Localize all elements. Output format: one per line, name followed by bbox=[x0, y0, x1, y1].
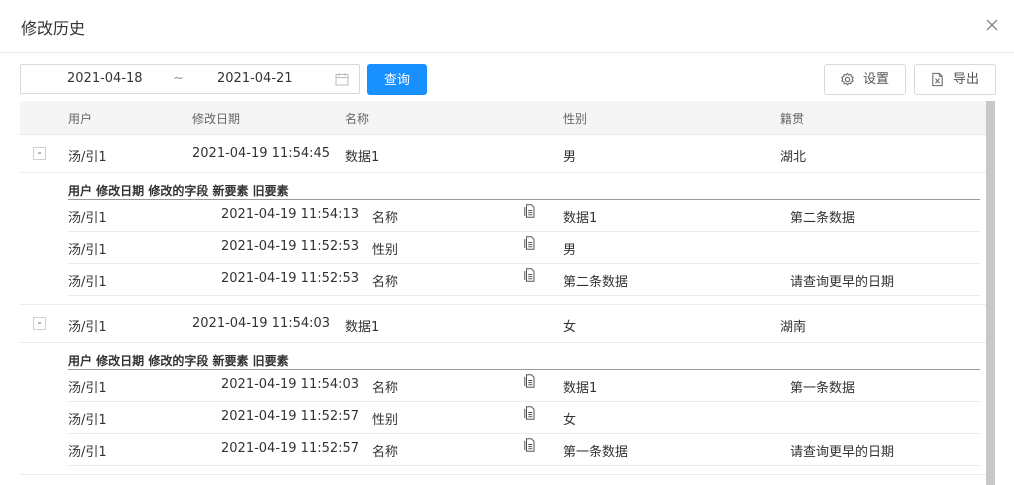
detail-header-old: 旧要素 bbox=[252, 184, 289, 198]
row-user: 汤/引1 bbox=[68, 150, 107, 165]
vertical-scrollbar[interactable] bbox=[986, 101, 995, 485]
detail-header-new: 新要素 bbox=[212, 184, 249, 198]
row-user: 汤/引1 bbox=[68, 320, 107, 335]
dialog-header: 修改历史 bbox=[0, 0, 1014, 53]
collapse-row-button[interactable]: - bbox=[33, 147, 46, 160]
detail-header-field: 修改的字段 bbox=[148, 354, 209, 368]
export-label: 导出 bbox=[953, 72, 980, 87]
document-icon[interactable] bbox=[524, 204, 535, 218]
export-button[interactable]: 导出 bbox=[914, 64, 996, 95]
row-gender: 男 bbox=[563, 150, 577, 165]
row-gender: 女 bbox=[563, 320, 577, 335]
change-old-value: 第一条数据 bbox=[790, 381, 856, 396]
row-date: 2021-04-19 11:54:45 bbox=[192, 146, 331, 161]
change-old-value: 请查询更早的日期 bbox=[790, 445, 895, 460]
change-row: 汤/引1 2021-04-19 11:54:13 名称 数据1 第二条数据 bbox=[68, 200, 980, 232]
detail-header: 用户 修改日期 修改的字段 新要素 旧要素 bbox=[68, 182, 980, 200]
change-field: 名称 bbox=[372, 445, 399, 460]
change-row: 汤/引1 2021-04-19 11:52:57 性别 女 bbox=[68, 402, 980, 434]
detail-header-user: 用户 bbox=[68, 184, 93, 198]
document-icon[interactable] bbox=[524, 268, 535, 282]
change-user: 汤/引1 bbox=[68, 211, 107, 226]
detail-header-old: 旧要素 bbox=[252, 354, 289, 368]
row-date: 2021-04-19 11:54:03 bbox=[192, 316, 331, 331]
column-header-origin[interactable]: 籍贯 bbox=[780, 110, 804, 127]
document-icon[interactable] bbox=[524, 406, 535, 420]
change-user: 汤/引1 bbox=[68, 445, 107, 460]
column-header-gender[interactable]: 性别 bbox=[563, 110, 587, 127]
change-field: 名称 bbox=[372, 211, 399, 226]
row-name: 数据1 bbox=[345, 150, 380, 165]
change-user: 汤/引1 bbox=[68, 381, 107, 396]
detail-header: 用户 修改日期 修改的字段 新要素 旧要素 bbox=[68, 352, 980, 370]
date-range-picker[interactable]: 2021-04-18 ~ 2021-04-21 bbox=[20, 64, 360, 94]
calendar-icon[interactable] bbox=[335, 72, 349, 86]
detail-header-field: 修改的字段 bbox=[148, 184, 209, 198]
table-row[interactable]: - 汤/引1 2021-04-19 11:54:45 数据1 男 湖北 bbox=[20, 135, 986, 173]
table-header: 用户 修改日期 名称 性别 籍贯 bbox=[20, 101, 986, 135]
row-origin: 湖南 bbox=[780, 320, 807, 335]
change-row: 汤/引1 2021-04-19 11:52:57 名称 第一条数据 请查询更早的… bbox=[68, 434, 980, 466]
change-row: 汤/引1 2021-04-19 11:54:03 名称 数据1 第一条数据 bbox=[68, 370, 980, 402]
document-icon[interactable] bbox=[524, 236, 535, 250]
query-button[interactable]: 查询 bbox=[367, 64, 427, 95]
change-field: 性别 bbox=[372, 243, 399, 258]
date-range-separator: ~ bbox=[173, 71, 184, 86]
change-new-value: 第二条数据 bbox=[563, 275, 629, 290]
detail-header-new: 新要素 bbox=[212, 354, 249, 368]
change-date: 2021-04-19 11:54:13 bbox=[221, 207, 360, 222]
change-row: 汤/引1 2021-04-19 11:52:53 性别 男 bbox=[68, 232, 980, 264]
detail-header-date: 修改日期 bbox=[96, 354, 145, 368]
detail-header-user: 用户 bbox=[68, 354, 93, 368]
end-date[interactable]: 2021-04-21 bbox=[217, 71, 293, 86]
change-date: 2021-04-19 11:52:57 bbox=[221, 409, 360, 424]
change-user: 汤/引1 bbox=[68, 275, 107, 290]
document-icon[interactable] bbox=[524, 438, 535, 452]
change-detail-panel: 用户 修改日期 修改的字段 新要素 旧要素 汤/引1 2021-04-19 11… bbox=[20, 343, 986, 475]
start-date[interactable]: 2021-04-18 bbox=[67, 71, 143, 86]
settings-label: 设置 bbox=[863, 72, 890, 87]
change-old-value: 第二条数据 bbox=[790, 211, 856, 226]
change-date: 2021-04-19 11:52:53 bbox=[221, 271, 360, 286]
change-field: 性别 bbox=[372, 413, 399, 428]
change-row: 汤/引1 2021-04-19 11:52:53 名称 第二条数据 请查询更早的… bbox=[68, 264, 980, 296]
gear-icon bbox=[841, 72, 854, 86]
change-date: 2021-04-19 11:54:03 bbox=[221, 377, 360, 392]
document-icon[interactable] bbox=[524, 374, 535, 388]
close-icon[interactable] bbox=[984, 17, 1000, 33]
column-header-user[interactable]: 用户 bbox=[68, 110, 92, 127]
change-date: 2021-04-19 11:52:57 bbox=[221, 441, 360, 456]
collapse-row-button[interactable]: - bbox=[33, 317, 46, 330]
export-file-icon bbox=[932, 72, 943, 87]
change-user: 汤/引1 bbox=[68, 413, 107, 428]
history-table: 用户 修改日期 名称 性别 籍贯 - 汤/引1 2021-04-19 11:54… bbox=[20, 101, 986, 485]
change-field: 名称 bbox=[372, 381, 399, 396]
settings-button[interactable]: 设置 bbox=[824, 64, 906, 95]
change-detail-panel: 用户 修改日期 修改的字段 新要素 旧要素 汤/引1 2021-04-19 11… bbox=[20, 173, 986, 305]
column-header-date[interactable]: 修改日期 bbox=[192, 110, 240, 127]
detail-header-date: 修改日期 bbox=[96, 184, 145, 198]
change-new-value: 数据1 bbox=[563, 211, 598, 226]
column-header-name[interactable]: 名称 bbox=[345, 110, 369, 127]
change-date: 2021-04-19 11:52:53 bbox=[221, 239, 360, 254]
row-origin: 湖北 bbox=[780, 150, 807, 165]
change-field: 名称 bbox=[372, 275, 399, 290]
change-new-value: 第一条数据 bbox=[563, 445, 629, 460]
change-new-value: 数据1 bbox=[563, 381, 598, 396]
change-new-value: 男 bbox=[563, 243, 577, 258]
dialog-title: 修改历史 bbox=[21, 19, 86, 38]
change-new-value: 女 bbox=[563, 413, 577, 428]
change-user: 汤/引1 bbox=[68, 243, 107, 258]
row-name: 数据1 bbox=[345, 320, 380, 335]
table-row[interactable]: - 汤/引1 2021-04-19 11:54:03 数据1 女 湖南 bbox=[20, 305, 986, 343]
change-old-value: 请查询更早的日期 bbox=[790, 275, 895, 290]
